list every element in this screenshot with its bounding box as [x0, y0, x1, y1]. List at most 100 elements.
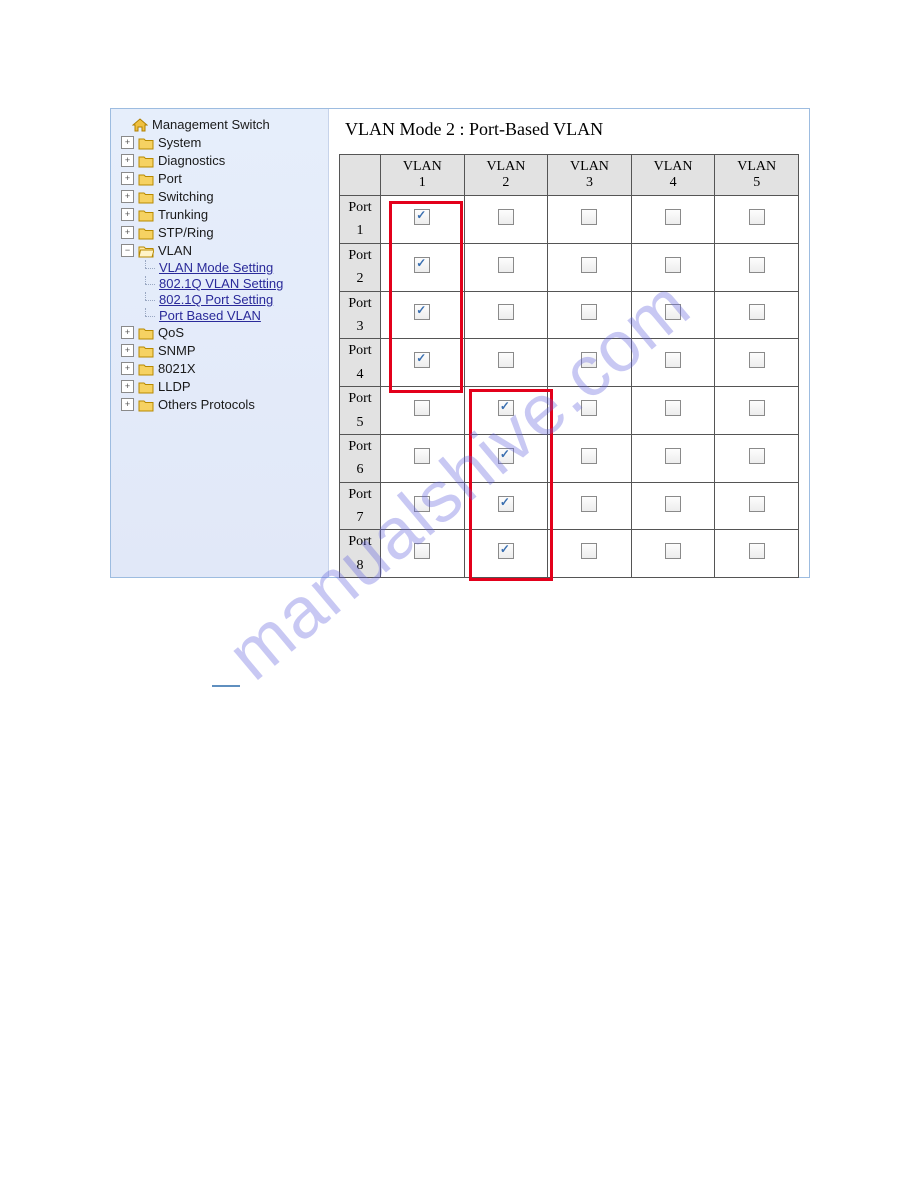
vlan-checkbox-port2-vlan3[interactable]	[581, 257, 597, 273]
vlan-checkbox-port2-vlan1[interactable]	[414, 257, 430, 273]
collapse-icon[interactable]: −	[121, 244, 134, 257]
tree-subitem-port-based-vlan[interactable]: Port Based VLAN	[159, 308, 261, 323]
row-header-port-2: Port2	[340, 243, 381, 291]
vlan-checkbox-port6-vlan3[interactable]	[581, 448, 597, 464]
vlan-cell	[631, 482, 715, 530]
expand-icon[interactable]: +	[121, 208, 134, 221]
vlan-checkbox-port3-vlan5[interactable]	[749, 304, 765, 320]
vlan-checkbox-port5-vlan1[interactable]	[414, 400, 430, 416]
vlan-checkbox-port8-vlan3[interactable]	[581, 543, 597, 559]
tree-item-lldp[interactable]: +LLDP	[119, 378, 324, 395]
tree-subitem-802-1q-vlan-setting[interactable]: 802.1Q VLAN Setting	[159, 276, 283, 291]
tree-item-snmp[interactable]: + SNMP	[119, 342, 324, 359]
vlan-checkbox-port7-vlan2[interactable]	[498, 496, 514, 512]
vlan-checkbox-port3-vlan1[interactable]	[414, 304, 430, 320]
vlan-checkbox-port5-vlan2[interactable]	[498, 400, 514, 416]
vlan-checkbox-port1-vlan1[interactable]	[414, 209, 430, 225]
tree-item-trunking[interactable]: +Trunking	[119, 206, 324, 223]
vlan-checkbox-port4-vlan2[interactable]	[498, 352, 514, 368]
vlan-checkbox-port4-vlan1[interactable]	[414, 352, 430, 368]
vlan-cell	[464, 387, 548, 435]
vlan-checkbox-port1-vlan4[interactable]	[665, 209, 681, 225]
vlan-checkbox-port7-vlan3[interactable]	[581, 496, 597, 512]
vlan-checkbox-port3-vlan2[interactable]	[498, 304, 514, 320]
tree-item-port[interactable]: +Port	[119, 170, 324, 187]
expand-icon[interactable]: +	[121, 154, 134, 167]
tree-item-8021x[interactable]: +8021X	[119, 360, 324, 377]
vlan-cell	[631, 291, 715, 339]
expand-icon[interactable]: +	[121, 226, 134, 239]
vlan-cell	[631, 196, 715, 244]
expand-icon[interactable]: +	[121, 398, 134, 411]
vlan-checkbox-port3-vlan4[interactable]	[665, 304, 681, 320]
vlan-checkbox-port2-vlan5[interactable]	[749, 257, 765, 273]
vlan-checkbox-port2-vlan2[interactable]	[498, 257, 514, 273]
vlan-checkbox-port5-vlan5[interactable]	[749, 400, 765, 416]
vlan-checkbox-port8-vlan4[interactable]	[665, 543, 681, 559]
rowhead-l2: 6	[340, 458, 380, 481]
rowhead-l2: 1	[340, 219, 380, 242]
tree-item-stp-ring[interactable]: +STP/Ring	[119, 224, 324, 241]
vlan-checkbox-port5-vlan3[interactable]	[581, 400, 597, 416]
vlan-checkbox-port1-vlan2[interactable]	[498, 209, 514, 225]
vlan-checkbox-port6-vlan2[interactable]	[498, 448, 514, 464]
tree-item-label: SNMP	[158, 343, 196, 358]
tree-item-qos[interactable]: +QoS	[119, 324, 324, 341]
tree-item-diagnostics[interactable]: +Diagnostics	[119, 152, 324, 169]
tree-subitem-802-1q-port-setting[interactable]: 802.1Q Port Setting	[159, 292, 273, 307]
vlan-checkbox-port2-vlan4[interactable]	[665, 257, 681, 273]
expand-icon[interactable]: +	[121, 362, 134, 375]
table-row: Port8	[340, 530, 799, 578]
vlan-checkbox-port4-vlan4[interactable]	[665, 352, 681, 368]
column-header-vlan-5: VLAN5	[715, 155, 799, 196]
vlan-checkbox-port4-vlan5[interactable]	[749, 352, 765, 368]
expand-icon[interactable]: +	[121, 326, 134, 339]
vlan-cell	[548, 482, 632, 530]
vlan-cell	[715, 434, 799, 482]
rowhead-l1: Port	[340, 387, 380, 410]
expand-icon[interactable]: +	[121, 136, 134, 149]
vlan-checkbox-port7-vlan4[interactable]	[665, 496, 681, 512]
vlan-checkbox-port7-vlan5[interactable]	[749, 496, 765, 512]
vlan-checkbox-port4-vlan3[interactable]	[581, 352, 597, 368]
tree-item-switching[interactable]: +Switching	[119, 188, 324, 205]
tree-subitem-vlan-mode-setting[interactable]: VLAN Mode Setting	[159, 260, 273, 275]
vlan-checkbox-port5-vlan4[interactable]	[665, 400, 681, 416]
tree-item-system[interactable]: + System	[119, 134, 324, 151]
column-header-vlan-2: VLAN2	[464, 155, 548, 196]
vlan-checkbox-port8-vlan5[interactable]	[749, 543, 765, 559]
vlan-cell	[631, 387, 715, 435]
vlan-checkbox-port6-vlan1[interactable]	[414, 448, 430, 464]
vlan-checkbox-port6-vlan4[interactable]	[665, 448, 681, 464]
expand-icon[interactable]: +	[121, 190, 134, 203]
tree-item-others-protocols[interactable]: +Others Protocols	[119, 396, 324, 413]
tree-item-vlan[interactable]: −VLAN	[119, 242, 324, 259]
expand-icon[interactable]: +	[121, 344, 134, 357]
tree-item-label: System	[158, 135, 201, 150]
tree-root-spacer	[117, 119, 128, 130]
tree-root[interactable]: Management Switch	[115, 116, 324, 133]
folder-icon	[138, 380, 154, 394]
colhead-l2: 2	[502, 175, 509, 190]
table-row: Port5	[340, 387, 799, 435]
vlan-matrix-table: VLAN1VLAN2VLAN3VLAN4VLAN5Port1Port2Port3…	[339, 154, 799, 578]
vlan-checkbox-port1-vlan5[interactable]	[749, 209, 765, 225]
vlan-checkbox-port6-vlan5[interactable]	[749, 448, 765, 464]
folder-icon	[138, 344, 154, 358]
vlan-checkbox-port7-vlan1[interactable]	[414, 496, 430, 512]
vlan-checkbox-port3-vlan3[interactable]	[581, 304, 597, 320]
expand-icon[interactable]: +	[121, 380, 134, 393]
vlan-checkbox-port8-vlan2[interactable]	[498, 543, 514, 559]
expand-icon[interactable]: +	[121, 172, 134, 185]
vlan-cell	[381, 530, 465, 578]
rowhead-l1: Port	[340, 483, 380, 506]
table-row: Port6	[340, 434, 799, 482]
vlan-cell	[548, 530, 632, 578]
row-header-port-6: Port6	[340, 434, 381, 482]
vlan-cell	[548, 243, 632, 291]
vlan-cell	[381, 339, 465, 387]
folder-icon	[138, 326, 154, 340]
vlan-checkbox-port8-vlan1[interactable]	[414, 543, 430, 559]
table-row: Port1	[340, 196, 799, 244]
vlan-checkbox-port1-vlan3[interactable]	[581, 209, 597, 225]
